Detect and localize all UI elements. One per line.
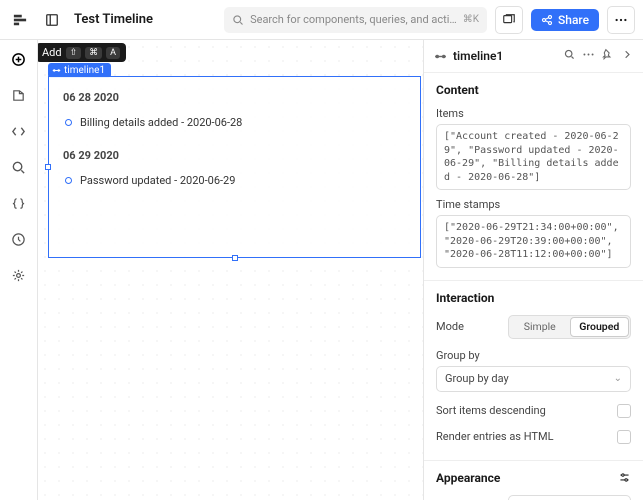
section-interaction: Interaction Mode Simple Grouped Group by… [424,281,643,461]
timeline-item: Billing details added - 2020-06-28 [65,116,406,129]
left-rail [0,40,38,500]
inspector-panel: timeline1 Content Items ["Account create… [423,40,643,500]
timeline-icon [434,50,447,63]
timeline-item: Password updated - 2020-06-29 [65,174,406,187]
share-label: Share [558,13,589,27]
timeline-group-header: 06 28 2020 [63,91,406,104]
search-rail-button[interactable] [6,154,32,180]
inspector-component-name: timeline1 [453,49,557,63]
dots-icon [614,13,628,27]
add-tooltip: Add ⇧ ⌘ A [38,43,126,62]
more-menu-button[interactable] [607,6,635,34]
history-button[interactable] [6,226,32,252]
state-button[interactable] [6,190,32,216]
timestamps-input[interactable]: ["2020-06-29T21:34:00+00:00", "2020-06-2… [436,215,631,268]
render-html-label: Render entries as HTML [436,430,554,443]
share-icon [541,14,553,26]
sliders-icon[interactable] [618,471,631,484]
section-content: Content Items ["Account created - 2020-0… [424,73,643,281]
section-title-interaction: Interaction [436,291,631,305]
mode-label: Mode [436,320,500,333]
timeline-dot-icon [65,119,72,126]
timestamps-label: Time stamps [436,198,631,211]
mode-segmented-control[interactable]: Simple Grouped [508,315,631,339]
date-format-input[interactable]: MM dd yyyy [508,495,631,500]
timeline-group-header: 06 29 2020 [63,149,406,162]
mode-simple[interactable]: Simple [510,317,570,337]
logo-icon[interactable] [8,8,32,32]
search-shortcut: ⌘K [463,14,479,25]
components-tree-button[interactable] [6,82,32,108]
inspector-pin-icon[interactable] [601,48,614,64]
topbar: Test Timeline Search for components, que… [0,0,643,40]
section-title-appearance: Appearance [436,471,631,485]
group-by-label: Group by [436,349,631,362]
share-button[interactable]: Share [531,9,599,31]
resize-handle-left[interactable] [45,164,51,170]
layout-icon[interactable] [40,8,64,32]
chevron-down-icon: ⌄ [614,373,622,384]
global-search[interactable]: Search for components, queries, and acti… [224,7,487,33]
group-by-select[interactable]: Group by day ⌄ [436,366,631,392]
search-placeholder: Search for components, queries, and acti… [250,13,457,26]
mode-grouped[interactable]: Grouped [570,317,630,337]
window-icon-button[interactable] [495,6,523,34]
timeline-component[interactable]: 06 28 2020 Billing details added - 2020-… [48,76,421,258]
canvas[interactable]: Add ⇧ ⌘ A timeline1 06 28 2020 Billing d… [38,40,423,500]
timeline-icon [52,66,61,75]
code-button[interactable] [6,118,32,144]
inspector-more-icon[interactable] [582,48,595,64]
search-icon [232,14,244,26]
page-title: Test Timeline [74,12,153,27]
inspector-search-icon[interactable] [563,48,576,64]
items-label: Items [436,107,631,120]
timeline-dot-icon [65,177,72,184]
section-appearance: Appearance Date format MM dd yyyy Time f… [424,461,643,500]
settings-rail-button[interactable] [6,262,32,288]
sort-desc-checkbox[interactable] [617,404,631,418]
inspector-expand-icon[interactable] [620,48,633,64]
inspector-header: timeline1 [424,40,643,73]
section-title-content: Content [436,83,631,97]
add-component-button[interactable] [6,46,32,72]
items-input[interactable]: ["Account created - 2020-06-29", "Passwo… [436,124,631,190]
render-html-checkbox[interactable] [617,430,631,444]
resize-handle-bottom[interactable] [232,255,238,261]
sort-desc-label: Sort items descending [436,404,546,417]
